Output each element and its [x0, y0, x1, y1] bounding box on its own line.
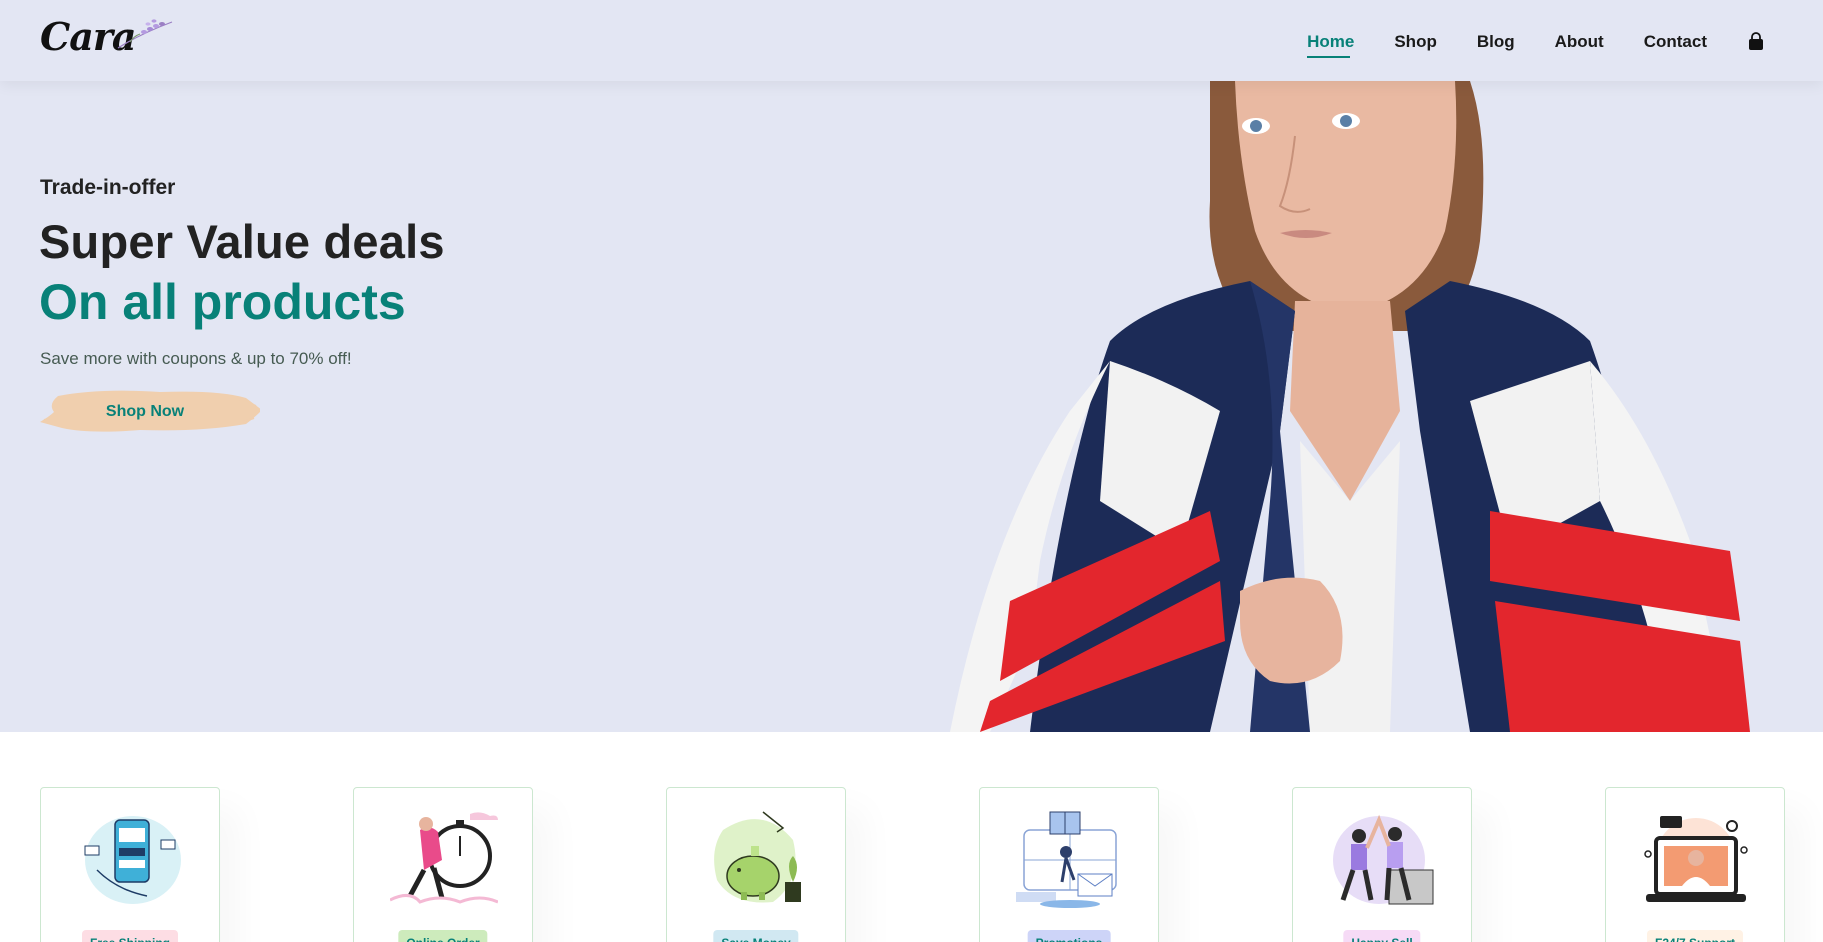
- hero-section: Trade-in-offer Super Value deals On all …: [0, 81, 1823, 732]
- shop-now-button[interactable]: Shop Now: [40, 384, 260, 440]
- hero-title: Super Value deals: [39, 215, 445, 268]
- feature-card-happy-sell[interactable]: Happy Sell: [1292, 787, 1472, 942]
- feature-label: Online Order: [398, 930, 488, 942]
- shopping-bag-icon[interactable]: [1747, 31, 1765, 53]
- feature-card-online-order[interactable]: Online Order: [353, 787, 533, 942]
- laptop-support-illustration-icon: [1644, 816, 1748, 902]
- nav-link-about[interactable]: About: [1555, 32, 1604, 58]
- site-header: Cara Home Shop Blog About Contact: [0, 0, 1823, 81]
- stopwatch-courier-illustration-icon: [390, 812, 498, 904]
- feature-label: F24/7 Support: [1646, 930, 1744, 942]
- features-section: Free Shipping Online Order Save M: [0, 732, 1823, 942]
- nav-link-blog[interactable]: Blog: [1477, 32, 1515, 58]
- feature-label: Promotions: [1027, 930, 1111, 942]
- shop-now-label: Shop Now: [105, 403, 185, 420]
- hero-model-image: [950, 81, 1750, 732]
- hero-description: Save more with coupons & up to 70% off!: [40, 349, 352, 368]
- feature-label: Save Money: [713, 930, 799, 942]
- nav-link-contact[interactable]: Contact: [1644, 32, 1707, 58]
- feature-card-free-shipping[interactable]: Free Shipping: [40, 787, 220, 942]
- feature-label: Happy Sell: [1343, 930, 1421, 942]
- feature-card-support[interactable]: F24/7 Support: [1605, 787, 1785, 942]
- feature-label: Free Shipping: [81, 930, 179, 942]
- lavender-sprig-icon: [117, 19, 173, 49]
- brand-logo[interactable]: Cara: [40, 12, 173, 62]
- feature-card-promotions[interactable]: Promotions: [979, 787, 1159, 942]
- nav-link-home[interactable]: Home: [1307, 32, 1354, 58]
- high-five-illustration-icon: [1333, 814, 1434, 905]
- feature-card-save-money[interactable]: Save Money: [666, 787, 846, 942]
- nav-link-shop[interactable]: Shop: [1394, 32, 1437, 58]
- promotion-gift-illustration-icon: [1016, 811, 1117, 908]
- hero-title-highlight: On all products: [39, 274, 406, 330]
- piggy-bank-illustration-icon: [714, 811, 801, 903]
- main-nav: Home Shop Blog About Contact: [1267, 25, 1765, 59]
- phone-payment-illustration-icon: [84, 816, 181, 904]
- hero-subtitle: Trade-in-offer: [40, 176, 176, 199]
